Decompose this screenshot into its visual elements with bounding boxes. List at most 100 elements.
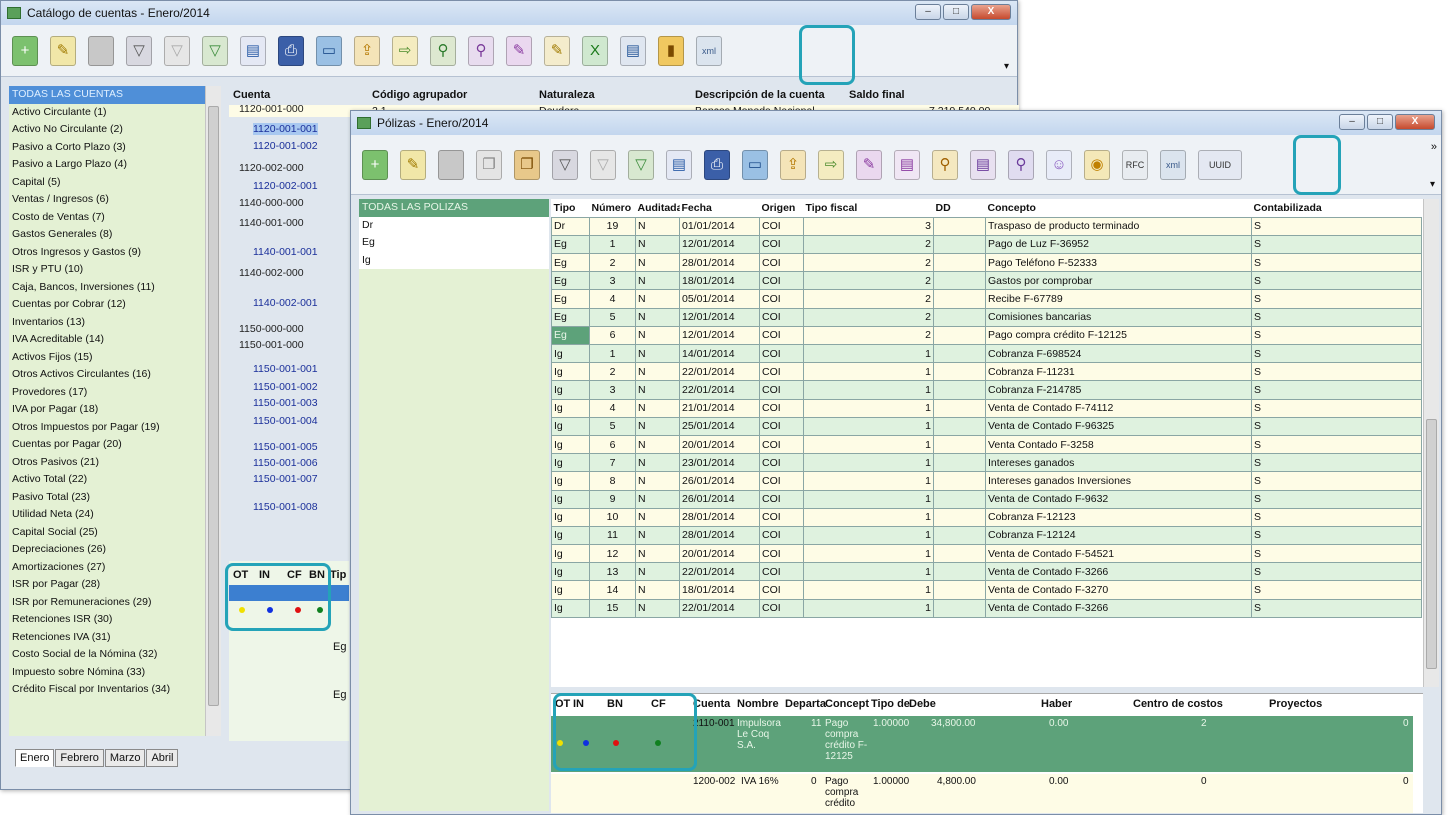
category-item[interactable]: IVA por Pagar (18) [9,401,205,419]
copy-icon[interactable]: ❐ [473,147,505,183]
uuid-icon[interactable]: UUID [1195,147,1245,183]
document-icon[interactable]: ▤ [891,147,923,183]
filter-off-icon[interactable]: ▽ [587,147,619,183]
category-item[interactable]: ISR por Remuneraciones (29) [9,594,205,612]
close-button[interactable]: X [1395,114,1435,130]
category-item[interactable]: Cuentas por Pagar (20) [9,436,205,454]
col-dd[interactable]: DD [933,199,986,218]
category-item[interactable]: Activo Total (22) [9,471,205,489]
poliza-row[interactable]: Eg 2 N 28/01/2014 COI 2 Pago Teléfono F-52333 S [551,253,1422,273]
xml-icon[interactable]: xml [693,33,725,69]
filter-off-icon[interactable]: ▽ [161,33,193,69]
category-item[interactable]: Ventas / Ingresos (6) [9,191,205,209]
account-tree-item[interactable]: 1150-001-007 [253,473,318,485]
category-item[interactable]: Impuesto sobre Nómina (33) [9,664,205,682]
category-item[interactable]: Amortizaciones (27) [9,559,205,577]
poliza-row[interactable]: Ig 11 N 28/01/2014 COI 1 Cobranza F-12124 S [551,525,1422,546]
tab-abril[interactable]: Abril [146,749,179,767]
account-tree-item[interactable]: 1150-000-000 [239,323,304,335]
scroll-thumb[interactable] [208,106,219,706]
category-item[interactable]: Cuentas por Cobrar (12) [9,296,205,314]
search-detail-icon[interactable]: ⚲ [465,33,497,69]
account-tree-item[interactable]: 1150-001-005 [253,441,318,453]
col-concepto[interactable]: Concepto [985,199,1252,218]
col-auditada[interactable]: Auditada [635,199,680,218]
print-icon[interactable]: ⎙ [275,33,307,69]
monitor-icon[interactable]: ▭ [739,147,771,183]
poliza-row[interactable]: Ig 10 N 28/01/2014 COI 1 Cobranza F-12123 S [551,507,1422,527]
category-item[interactable]: Utilidad Neta (24) [9,506,205,524]
col-tipo-fiscal[interactable]: Tipo fiscal [803,199,934,218]
book-icon[interactable]: ▮ [655,33,687,69]
category-item[interactable]: Gastos Generales (8) [9,226,205,244]
category-item[interactable]: Pasivo Total (23) [9,489,205,507]
col-contabilizada[interactable]: Contabilizada [1251,199,1422,218]
poliza-row[interactable]: Ig 3 N 22/01/2014 COI 1 Cobranza F-214785 S [551,380,1422,400]
minimize-button[interactable]: – [915,4,941,20]
col-codigo[interactable]: Código agrupador [372,89,467,101]
maximize-button[interactable]: □ [1367,114,1393,130]
poliza-row[interactable]: Ig 12 N 20/01/2014 COI 1 Venta de Contado F-54… [551,544,1422,564]
close-button[interactable]: X [971,4,1011,20]
ic-coin-icon[interactable]: ◉ [1081,147,1113,183]
excel-icon[interactable]: X [579,33,611,69]
grid-scrollbar[interactable] [1423,199,1439,687]
account-tree-item[interactable]: 1150-001-001 [253,363,318,375]
filter-icon[interactable]: ▽ [549,147,581,183]
col-cuenta[interactable]: Cuenta [233,89,270,101]
account-tree-item[interactable]: 1150-001-004 [253,415,318,427]
edit-icon[interactable]: ✎ [47,33,79,69]
category-item[interactable]: Capital Social (25) [9,524,205,542]
poliza-row[interactable]: Eg 3 N 18/01/2014 COI 2 Gastos por comprobar S [551,271,1422,291]
pencil-icon[interactable]: ✎ [503,33,535,69]
tab-marzo[interactable]: Marzo [104,749,146,767]
scroll-thumb[interactable] [1426,419,1437,669]
report-icon[interactable]: ▤ [617,33,649,69]
tab-febrero[interactable]: Febrero [55,749,104,767]
category-item[interactable]: Crédito Fiscal por Inventarios (34) [9,681,205,699]
category-item[interactable]: Inventarios (13) [9,314,205,332]
category-item[interactable]: Activo No Circulante (2) [9,121,205,139]
filter-refresh-icon[interactable]: ▽ [625,147,657,183]
type-ig[interactable]: Ig [359,251,549,269]
toolbar-chevron-icon[interactable]: ▾ [1430,179,1435,190]
category-item[interactable]: Otros Pasivos (21) [9,454,205,472]
category-item[interactable]: Caja, Bancos, Inversiones (11) [9,279,205,297]
category-all[interactable]: TODAS LAS CUENTAS [9,86,205,104]
col-fecha[interactable]: Fecha [679,199,760,218]
add-icon[interactable]: + [9,33,41,69]
poliza-row[interactable]: Dr 19 N 01/01/2014 COI 3 Traspaso de producto … [551,216,1422,236]
export-icon[interactable]: ⇪ [777,147,809,183]
ic-document-icon[interactable]: ▤ [967,147,999,183]
account-tree-item[interactable]: 1120-001-000 [239,103,304,115]
poliza-row[interactable]: Ig 1 N 14/01/2014 COI 1 Cobranza F-698524 S [551,343,1422,364]
add-icon[interactable]: + [359,147,391,183]
account-tree-item[interactable]: 1140-000-000 [239,197,304,209]
account-tree-item[interactable]: 1150-001-003 [253,397,318,409]
ic-zoom-icon[interactable]: ⚲ [1005,147,1037,183]
category-item[interactable]: Capital (5) [9,174,205,192]
poliza-row[interactable]: Ig 4 N 21/01/2014 COI 1 Venta de Contado F-741… [551,398,1422,418]
monitor-icon[interactable]: ▭ [313,33,345,69]
category-item[interactable]: Costo de Ventas (7) [9,209,205,227]
poliza-row[interactable]: Eg 4 N 05/01/2014 COI 2 Recibe F-67789 S [551,289,1422,309]
category-item[interactable]: Otros Activos Circulantes (16) [9,366,205,384]
maximize-button[interactable]: □ [943,4,969,20]
poliza-row[interactable]: Ig 7 N 23/01/2014 COI 1 Intereses ganados S [551,453,1422,473]
poliza-row[interactable]: Ig 5 N 25/01/2014 COI 1 Venta de Contado F-963… [551,416,1422,436]
paste-icon[interactable]: ❐ [511,147,543,183]
delete-icon[interactable] [85,33,117,69]
detail-row[interactable]: 1200-002 IVA 16% 0 Pago compra crédito 1… [551,774,1413,813]
account-tree-item[interactable]: 1120-002-001 [253,180,318,192]
col-saldo[interactable]: Saldo final [849,89,905,101]
account-tree-item[interactable]: 1140-001-001 [253,246,318,258]
poliza-row[interactable]: Ig 2 N 22/01/2014 COI 1 Cobranza F-11231 S [551,362,1422,382]
xml-icon[interactable]: xml [1157,147,1189,183]
col-descripcion[interactable]: Descripción de la cuenta [695,89,825,101]
poliza-row[interactable]: Ig 14 N 18/01/2014 COI 1 Venta de Contado F-32… [551,580,1422,600]
category-item[interactable]: Retenciones IVA (31) [9,629,205,647]
account-tree-item[interactable]: 1120-001-002 [253,140,318,152]
col-tipo[interactable]: Tipo [551,199,590,218]
account-tree-item[interactable]: 1150-001-008 [253,501,318,513]
poliza-row[interactable]: Ig 6 N 20/01/2014 COI 1 Venta Contado F-3258 S [551,434,1422,455]
